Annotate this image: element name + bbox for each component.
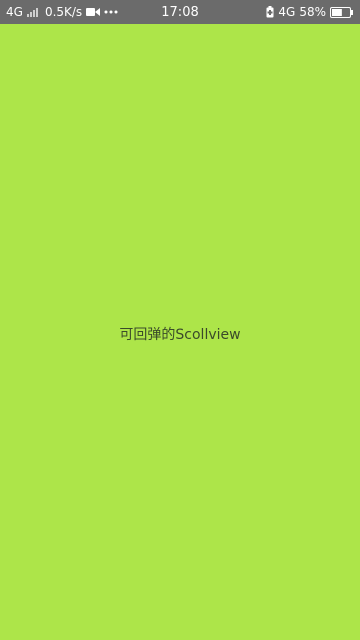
- battery-icon: [330, 6, 354, 18]
- signal-bars-icon: [26, 7, 41, 17]
- network-type-right: 4G: [278, 5, 296, 19]
- bounce-scroll-view[interactable]: 可回弹的Scollview: [0, 24, 360, 640]
- scrollview-label: 可回弹的Scollview: [119, 327, 241, 343]
- battery-saver-icon: [266, 6, 274, 18]
- network-type-left: 4G: [6, 5, 23, 19]
- app-screen: 4G 0.5K/s 17:08 4G 58% 可回弹的Scollview: [0, 0, 360, 640]
- status-right: 4G 58%: [266, 0, 354, 24]
- battery-percent: 58%: [299, 5, 326, 19]
- battery-fill: [332, 8, 342, 16]
- video-camera-icon: [86, 7, 101, 17]
- status-left: 4G 0.5K/s: [6, 0, 118, 24]
- status-bar: 4G 0.5K/s 17:08 4G 58%: [0, 0, 360, 24]
- more-dots-icon: [104, 10, 118, 14]
- clock-time: 17:08: [161, 4, 199, 20]
- data-speed: 0.5K/s: [44, 5, 83, 19]
